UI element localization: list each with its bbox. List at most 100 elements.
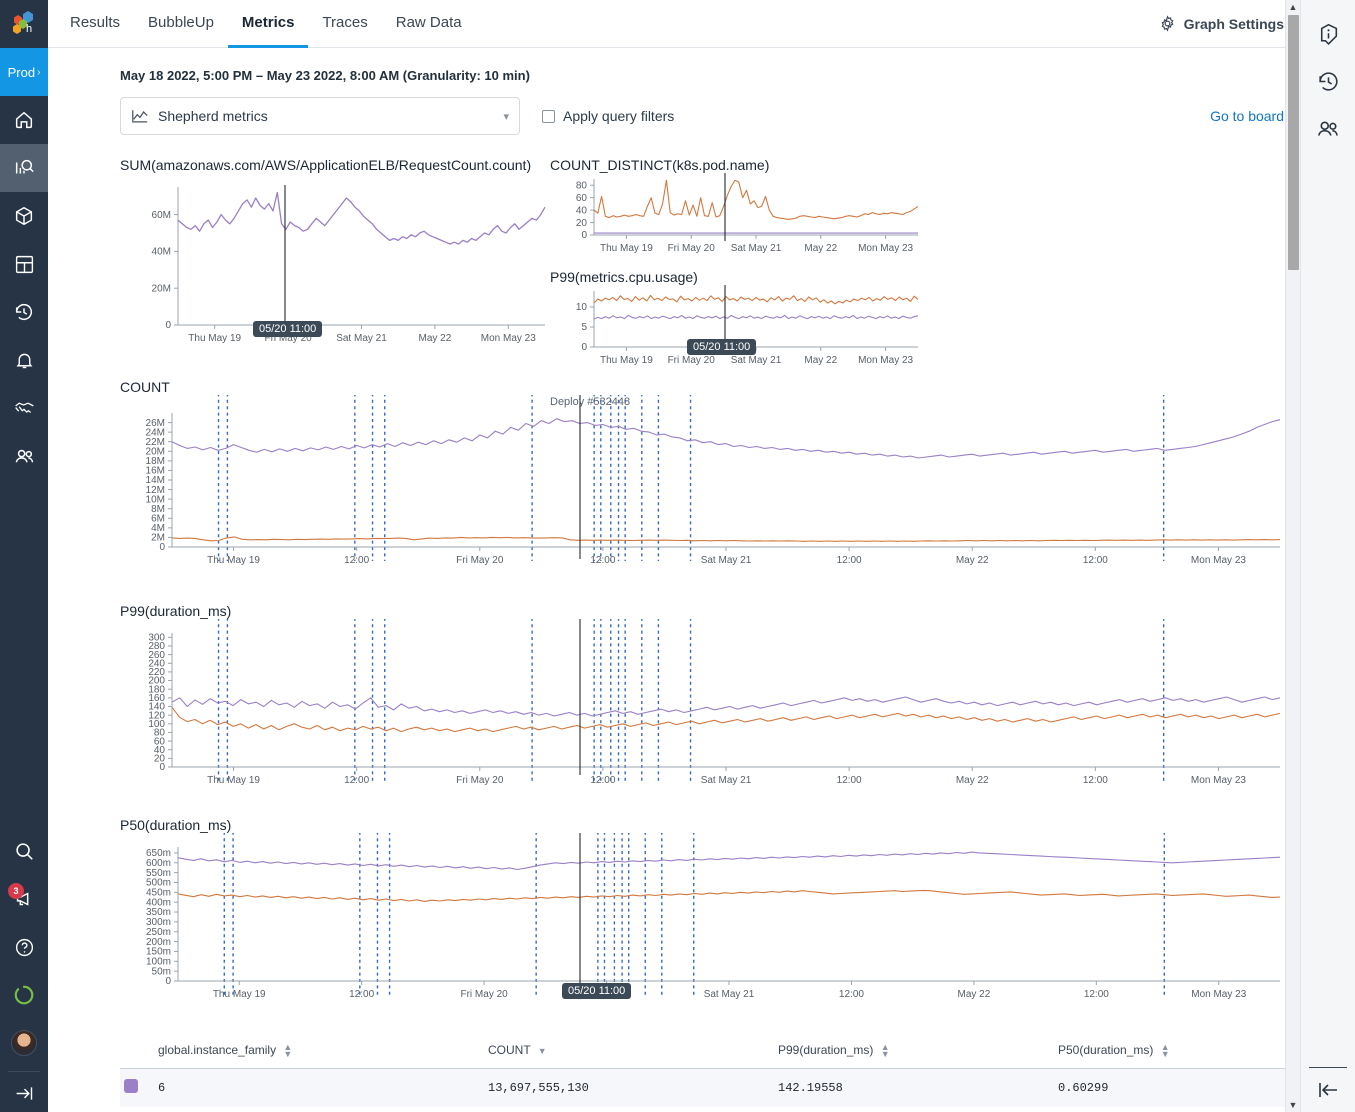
apply-query-filters-control[interactable]: Apply query filters xyxy=(542,108,674,124)
x-tick-label: Mon May 23 xyxy=(858,355,913,366)
handshake-icon xyxy=(13,397,36,420)
scroll-down-arrow[interactable]: ▼ xyxy=(1289,1098,1298,1112)
sidebar-expand-button[interactable] xyxy=(0,1076,48,1110)
app-root: h Prod › xyxy=(0,0,1355,1112)
sidebar-item-search[interactable] xyxy=(0,827,48,875)
small-charts-row: SUM(amazonaws.com/AWS/ApplicationELB/Req… xyxy=(120,157,1284,367)
right-rail-info-button[interactable] xyxy=(1316,22,1341,47)
series-line xyxy=(594,315,918,319)
x-tick-label: Sat May 21 xyxy=(336,333,387,344)
right-rail xyxy=(1300,0,1355,1112)
chart-p99-duration[interactable]: P99(duration_ms) 02040608010012014016018… xyxy=(120,603,1284,805)
tab-traces[interactable]: Traces xyxy=(308,0,381,48)
help-circle-icon xyxy=(14,937,35,958)
sidebar-item-profile[interactable] xyxy=(0,1019,48,1067)
chart-sum-requestcount[interactable]: SUM(amazonaws.com/AWS/ApplicationELB/Req… xyxy=(120,157,550,367)
table-col-p50[interactable]: P50(duration_ms) ▲▼ xyxy=(1054,1037,1300,1068)
y-tick-label: 650m xyxy=(146,848,171,859)
x-tick-label: Thu May 19 xyxy=(207,555,260,566)
column-label: COUNT xyxy=(488,1043,530,1057)
x-tick-label: 12:00 xyxy=(344,775,369,786)
sort-both-icon[interactable]: ▲▼ xyxy=(1161,1044,1170,1058)
y-tick-label: 250m xyxy=(146,927,171,938)
right-rail-collapse-button[interactable] xyxy=(1301,1078,1355,1102)
x-tick-label: Mon May 23 xyxy=(1191,555,1246,566)
sidebar-item-announcements[interactable]: 3 xyxy=(0,875,48,923)
series-line xyxy=(172,697,1280,716)
bell-icon xyxy=(14,350,35,371)
series-line xyxy=(178,193,545,245)
cell-instance-family: 7 xyxy=(154,1107,484,1112)
chart-count-distinct-pods[interactable]: COUNT_DISTINCT(k8s.pod.name) 020406080Th… xyxy=(550,157,950,255)
sidebar-item-slos[interactable] xyxy=(0,384,48,432)
right-rail-history-button[interactable] xyxy=(1316,69,1341,94)
apply-query-filters-checkbox[interactable] xyxy=(542,110,555,123)
chart-count[interactable]: COUNT 02M4M6M8M10M12M14M16M18M20M22M24M2… xyxy=(120,379,1284,591)
crosshair-tooltip: 05/20 11:00 xyxy=(253,321,322,337)
sort-both-icon[interactable]: ▲▼ xyxy=(881,1044,890,1058)
table-col-instance-family[interactable]: global.instance_family ▲▼ xyxy=(154,1037,484,1068)
main-scrollbar[interactable]: ▲ ▼ xyxy=(1285,0,1300,1112)
sidebar-item-help[interactable] xyxy=(0,923,48,971)
sidebar-item-history[interactable] xyxy=(0,288,48,336)
environment-label: Prod xyxy=(8,65,35,80)
sidebar-item-triggers[interactable] xyxy=(0,336,48,384)
x-tick-label: 12:00 xyxy=(839,989,864,1000)
x-tick-label: Sat May 21 xyxy=(731,355,782,366)
cell-count: 881,646,318 xyxy=(484,1107,774,1112)
tab-raw-data[interactable]: Raw Data xyxy=(382,0,476,48)
history-clock-icon xyxy=(13,301,35,323)
chart-p50-duration[interactable]: P50(duration_ms) 050m100m150m200m250m300… xyxy=(120,817,1284,1019)
chart-svg: 050m100m150m200m250m300m350m400m450m500m… xyxy=(120,833,1300,1019)
chart-title: COUNT xyxy=(120,379,1284,395)
sidebar-item-status[interactable] xyxy=(0,971,48,1019)
y-tick-label: 12M xyxy=(146,485,165,496)
sidebar-item-datasets[interactable] xyxy=(0,192,48,240)
x-tick-label: Mon May 23 xyxy=(481,333,536,344)
tab-bubbleup[interactable]: BubbleUp xyxy=(134,0,228,48)
x-tick-label: May 22 xyxy=(956,775,989,786)
table-row[interactable]: 6 13,697,555,130 142.19558 0.60299 xyxy=(120,1068,1300,1107)
environment-selector[interactable]: Prod › xyxy=(0,48,48,96)
board-grid-icon xyxy=(14,254,35,275)
sidebar-item-team[interactable] xyxy=(0,432,48,480)
table-row[interactable]: 7 881,646,318 104.94135 0.41888 xyxy=(120,1107,1300,1112)
honeycomb-logo[interactable]: h xyxy=(0,0,48,48)
table-col-count[interactable]: COUNT ▼ xyxy=(484,1037,774,1068)
chart-title: P50(duration_ms) xyxy=(120,817,1284,833)
sidebar-item-boards[interactable] xyxy=(0,240,48,288)
y-tick-label: 60M xyxy=(152,210,171,221)
graph-settings-label: Graph Settings xyxy=(1184,16,1284,32)
sort-desc-icon[interactable]: ▼ xyxy=(538,1048,547,1055)
y-tick-label: 0 xyxy=(165,976,171,987)
scroll-up-arrow[interactable]: ▲ xyxy=(1289,0,1298,14)
dataset-select[interactable]: Shepherd metrics ▾ xyxy=(120,97,520,135)
sort-both-icon[interactable]: ▲▼ xyxy=(283,1044,292,1058)
x-tick-label: Thu May 19 xyxy=(188,333,241,344)
tab-metrics[interactable]: Metrics xyxy=(228,0,309,48)
x-tick-label: Sat May 21 xyxy=(701,775,752,786)
scrollbar-thumb[interactable] xyxy=(1288,15,1299,270)
table-body: 6 13,697,555,130 142.19558 0.60299 7 881… xyxy=(120,1068,1300,1112)
y-tick-label: 200m xyxy=(146,937,171,948)
cell-instance-family: 6 xyxy=(154,1068,484,1107)
chart-svg: 0204060801001201401601802002202402602803… xyxy=(120,619,1300,805)
x-tick-label: Thu May 19 xyxy=(600,243,653,254)
go-to-board-link[interactable]: Go to board xyxy=(1210,108,1284,124)
sidebar-item-home[interactable] xyxy=(0,96,48,144)
y-tick-label: 300 xyxy=(148,633,165,644)
graph-settings-button[interactable]: Graph Settings xyxy=(1158,0,1284,47)
sidebar-item-query[interactable] xyxy=(0,144,48,192)
x-tick-label: May 22 xyxy=(804,355,837,366)
x-tick-label: Mon May 23 xyxy=(1191,989,1246,1000)
apply-query-filters-label: Apply query filters xyxy=(563,108,674,124)
chart-p99-cpu-usage[interactable]: P99(metrics.cpu.usage) 0510Thu May 19Fri… xyxy=(550,269,950,367)
line-chart-icon xyxy=(131,109,149,124)
table-col-p99[interactable]: P99(duration_ms) ▲▼ xyxy=(774,1037,1054,1068)
x-tick-label: Fri May 20 xyxy=(460,989,508,1000)
cube-icon xyxy=(13,205,35,227)
right-rail-collaborators-button[interactable] xyxy=(1315,116,1341,142)
svg-text:h: h xyxy=(26,23,32,35)
tab-results[interactable]: Results xyxy=(56,0,134,48)
gear-icon xyxy=(1158,14,1177,33)
